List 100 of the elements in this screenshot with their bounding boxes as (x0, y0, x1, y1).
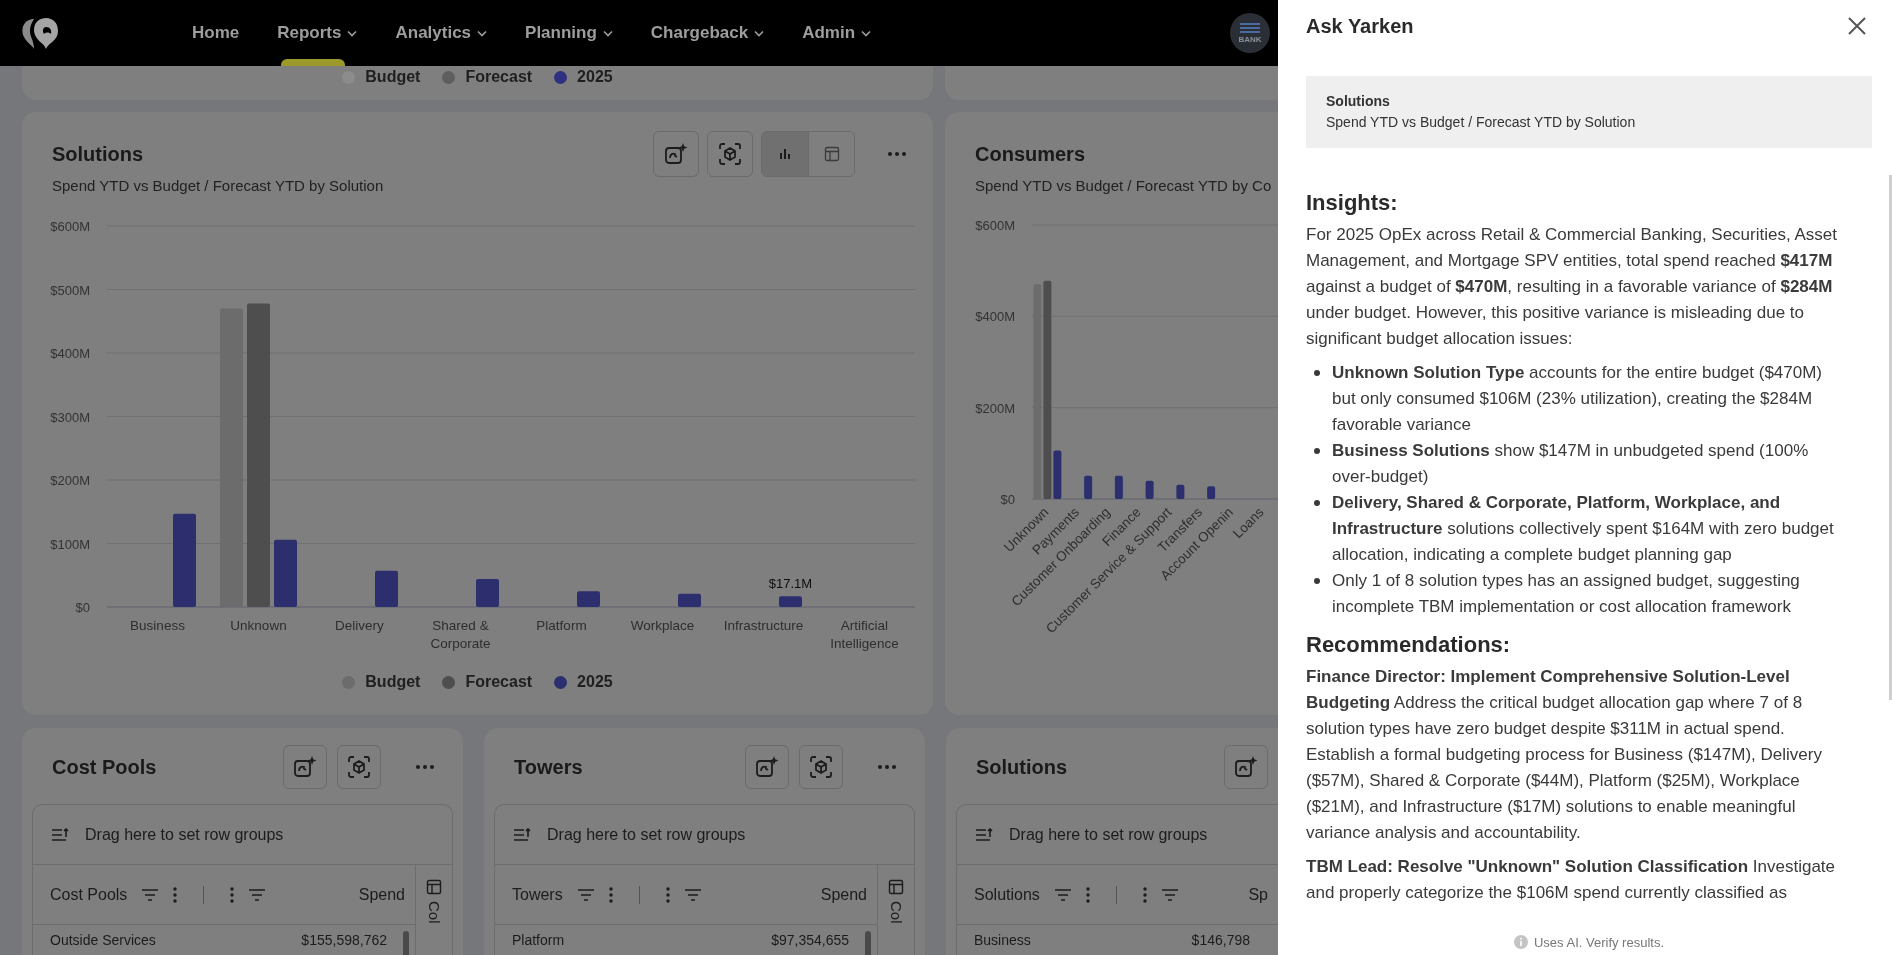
axis-tick-label: $200M (50, 473, 90, 488)
ai-insights-button[interactable] (653, 131, 699, 177)
table-cell: $97,354,655 (771, 932, 849, 948)
bar[interactable] (1207, 486, 1216, 499)
column-header[interactable]: Solutions (974, 885, 1040, 904)
row-group-drop-zone[interactable]: Drag here to set row groups (85, 825, 284, 844)
axis-tick-label: $300M (50, 409, 90, 425)
bullet-icon (1314, 500, 1320, 506)
ai-insights-button[interactable] (283, 745, 327, 789)
paragraph: For 2025 OpEx across Retail & Commercial Banking, Securities, Asset Management, and Mortgage SPV entities, total spend reached $417M against a budget of $470M, resulting in a favorable variance of $284M under budget. However, this positive variance is misleading due to significant budget allocation issues: (1306, 224, 1838, 350)
table-cell: $155,598,762 (301, 932, 387, 948)
axis-tick-label: $100M (50, 536, 90, 552)
row-groups-icon (513, 827, 533, 842)
more-icon (878, 765, 896, 769)
more-icon (888, 152, 906, 156)
close-icon (1848, 17, 1866, 35)
axis-tick-label: $0 (1000, 492, 1015, 507)
close-button[interactable] (1846, 15, 1868, 37)
nav-menu-item[interactable]: Planning (523, 0, 615, 66)
section-heading: Insights: (1306, 189, 1399, 217)
axis-tick-label: $600M (50, 219, 90, 234)
column-header[interactable]: Spend (820, 885, 867, 904)
axis-category-label: Unknown (230, 618, 287, 633)
legend-label: 2025 (577, 673, 613, 691)
row-group-drop-zone[interactable]: Drag here to set row groups (547, 825, 746, 844)
account-avatar[interactable]: BANK (1230, 13, 1270, 53)
cube-scan-button[interactable] (799, 745, 843, 789)
column-header[interactable]: Spend (358, 885, 405, 904)
filter-icon[interactable] (141, 887, 160, 902)
filter-icon[interactable] (576, 887, 595, 902)
more-icon (416, 765, 434, 769)
column-menu-icon[interactable] (608, 886, 613, 903)
nav-menu-item[interactable]: Home (190, 0, 242, 66)
axis-tick-label: $500M (50, 282, 90, 298)
bar[interactable] (678, 593, 701, 607)
filter-icon[interactable] (1160, 887, 1179, 902)
cube-scan-button[interactable] (707, 131, 753, 177)
columns-panel-tab[interactable]: Col (887, 901, 905, 924)
ai-insights-button[interactable] (745, 745, 789, 789)
column-menu-icon[interactable] (173, 886, 178, 903)
logo-icon[interactable] (20, 15, 60, 51)
scrollbar[interactable] (1889, 175, 1892, 700)
card-title: Solutions (52, 142, 144, 166)
table-icon (823, 146, 840, 162)
bar[interactable] (1114, 475, 1123, 499)
axis-tick-label: $400M (50, 346, 90, 361)
column-menu-icon[interactable] (665, 886, 670, 903)
row-groups-icon (51, 827, 71, 842)
card-title: Consumers (975, 142, 1086, 166)
nav-menu-item[interactable]: Admin (800, 0, 874, 66)
ai-insights-button[interactable] (1224, 745, 1268, 789)
axis-category-label: Workplace (630, 618, 695, 633)
axis-category-label: Infrastructure (723, 618, 804, 633)
bullet-text: Only 1 of 8 solution types has an assigned budget, suggesting incomplete TBM implementation or cost allocation framework (1332, 570, 1801, 618)
chart-view-toggle[interactable] (762, 132, 808, 176)
table-icon[interactable] (888, 879, 904, 895)
column-menu-icon[interactable] (230, 886, 235, 903)
columns-panel-tab[interactable]: Col (425, 901, 443, 924)
axis-tick-label: $600M (975, 218, 1015, 233)
axis-tick-label: $0 (75, 600, 90, 615)
filter-icon[interactable] (683, 887, 702, 902)
bar[interactable] (1145, 480, 1154, 499)
bar[interactable] (1053, 450, 1062, 499)
nav-menu-item[interactable]: Reports (275, 0, 360, 66)
filter-icon[interactable] (1053, 887, 1072, 902)
filter-icon[interactable] (248, 887, 267, 902)
card-title: Solutions (976, 755, 1068, 779)
card-subtitle: Spend YTD vs Budget / Forecast YTD by Solution (51, 177, 385, 195)
bar[interactable] (1176, 484, 1185, 499)
bullet-icon (1314, 370, 1320, 376)
nav-menu-item[interactable]: Analytics (393, 0, 490, 66)
row-group-drop-zone[interactable]: Drag here to set row groups (1009, 825, 1208, 844)
table-cell: Business (974, 932, 1031, 948)
paragraph: Finance Director: Implement Comprehensive Solution-Level Budgeting Address the critical budget allocation gap where 7 of 8 solution types have zero budget despite $311M in actual spend. Establish a formal budgeting process for Business ($147M), Delivery ($57M), Shared & Corporate ($44M), Platform ($25M), Workplace ($21M), and Infrastructure ($17M) solutions to enable meaningful variance analysis and accountability. (1306, 666, 1823, 844)
bar[interactable] (375, 570, 398, 607)
scrollbar-thumb[interactable] (865, 931, 871, 955)
bar[interactable] (1084, 475, 1093, 499)
scrollbar-thumb[interactable] (403, 931, 409, 955)
card-title: Cost Pools (52, 755, 157, 779)
cube-scan-icon (809, 755, 833, 779)
table-icon[interactable] (426, 879, 442, 895)
table-view-toggle[interactable] (808, 132, 854, 176)
legend-label: Forecast (465, 68, 533, 86)
bullet-text: Business Solutions show $147M in unbudgeted spend (100% over-budget) (1332, 440, 1810, 488)
info-icon (1513, 935, 1528, 949)
column-header[interactable]: Towers (512, 885, 563, 904)
column-menu-icon[interactable] (1085, 886, 1090, 903)
axis-category-label: Delivery (335, 618, 384, 633)
column-menu-icon[interactable] (1142, 886, 1147, 903)
ai-sparkle-icon (664, 142, 688, 166)
bar-chart-icon (779, 148, 791, 160)
axis-tick-label: $400M (975, 309, 1015, 325)
cube-scan-button[interactable] (337, 745, 381, 789)
paragraph: TBM Lead: Resolve "Unknown" Solution Classification Investigate and properly categorize the $106M spend currently classified as (1306, 856, 1837, 904)
column-header[interactable]: Sp (1248, 885, 1268, 904)
column-header[interactable]: Cost Pools (50, 885, 128, 904)
nav-menu-item[interactable]: Chargeback (648, 0, 767, 66)
card-subtitle: Spend YTD vs Budget / Forecast YTD by Co (974, 177, 1273, 195)
bullet-icon (1314, 578, 1320, 584)
axis-category-label: Business (130, 618, 185, 633)
